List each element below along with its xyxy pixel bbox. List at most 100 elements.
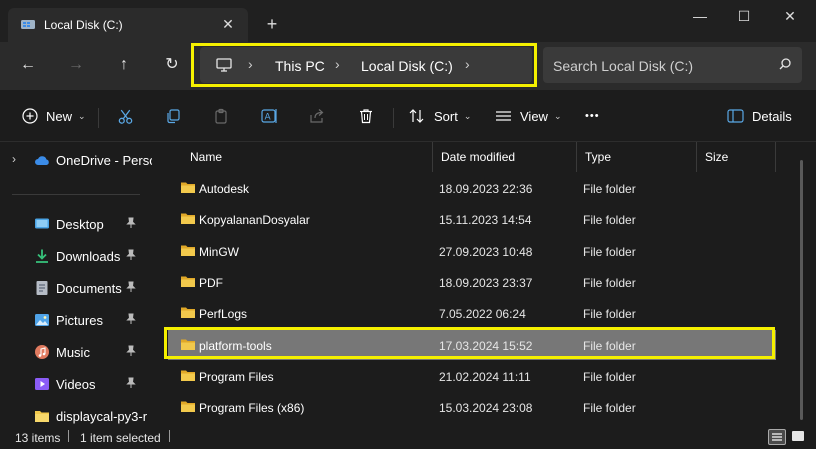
sidebar-item-label: OneDrive - Perso xyxy=(56,153,152,168)
copy-button[interactable] xyxy=(165,104,181,128)
close-button[interactable]: ✕ xyxy=(770,4,810,28)
sidebar-item-displaycal[interactable]: displaycal-py3-r xyxy=(0,402,152,426)
up-button[interactable]: ↑ xyxy=(112,53,136,77)
pin-icon[interactable] xyxy=(125,377,137,389)
column-date-label: Date modified xyxy=(441,150,516,164)
sort-button[interactable]: Sort ⌄ xyxy=(408,104,471,128)
thumbnail-view-icon xyxy=(792,431,804,441)
back-button[interactable]: ← xyxy=(16,53,40,77)
search-box[interactable]: Search Local Disk (C:) xyxy=(543,47,802,83)
pin-icon[interactable] xyxy=(125,281,137,293)
minimize-button[interactable]: — xyxy=(680,4,720,28)
details-button[interactable]: Details xyxy=(727,104,792,128)
refresh-button[interactable]: ↻ xyxy=(160,53,184,77)
new-button[interactable]: New ⌄ xyxy=(22,104,86,128)
file-type: File folder xyxy=(583,276,636,290)
table-row[interactable]: PDF 18.09.2023 23:37 File folder xyxy=(168,267,776,297)
desktop-icon xyxy=(35,218,49,229)
column-header-name[interactable]: ^ Name xyxy=(182,142,432,172)
file-date-modified: 15.11.2023 14:54 xyxy=(439,213,532,227)
sidebar-item-label: Videos xyxy=(56,377,96,392)
file-type: File folder xyxy=(583,182,636,196)
column-header-type[interactable]: Type xyxy=(576,142,696,172)
cut-button[interactable] xyxy=(117,104,134,128)
details-pane-icon xyxy=(727,109,744,123)
expand-chevron-icon[interactable]: › xyxy=(12,152,16,166)
sidebar-item-label: displaycal-py3-r xyxy=(56,409,148,424)
maximize-button[interactable]: ☐ xyxy=(724,4,764,28)
chevron-down-icon: ⌄ xyxy=(463,110,472,121)
pin-icon[interactable] xyxy=(125,345,137,357)
file-date-modified: 18.09.2023 23:37 xyxy=(439,276,533,290)
chevron-down-icon: ⌄ xyxy=(78,110,86,121)
file-date-modified: 27.09.2023 10:48 xyxy=(439,245,533,259)
copy-icon xyxy=(167,109,180,124)
drive-icon xyxy=(21,20,35,29)
share-button[interactable] xyxy=(309,104,325,128)
details-view-toggle[interactable] xyxy=(768,429,786,445)
sidebar-scrollbar[interactable] xyxy=(152,142,162,426)
file-date-modified: 15.03.2024 23:08 xyxy=(439,401,533,415)
sidebar-item-onedrive[interactable]: › OneDrive - Perso xyxy=(0,146,152,174)
plus-circle-icon xyxy=(22,108,38,124)
cloud-icon xyxy=(35,156,49,165)
tab-local-disk[interactable]: Local Disk (C:) ✕ xyxy=(8,8,248,42)
pin-icon[interactable] xyxy=(125,313,137,325)
table-row[interactable]: Program Files (x86) 15.03.2024 23:08 File … xyxy=(168,392,776,422)
table-row[interactable]: PerfLogs 7.05.2022 06:24 File folder xyxy=(168,298,776,328)
table-row[interactable]: Autodesk 18.09.2023 22:36 File folder xyxy=(168,173,776,203)
sidebar-item-downloads[interactable]: Downloads xyxy=(0,242,152,270)
paste-button[interactable] xyxy=(213,104,229,128)
file-type: File folder xyxy=(583,245,636,259)
column-size-label: Size xyxy=(705,150,729,164)
file-type: File folder xyxy=(583,213,636,227)
rename-button[interactable]: A xyxy=(261,104,278,128)
thumbnail-view-toggle[interactable] xyxy=(790,429,808,445)
sidebar-item-videos[interactable]: Videos xyxy=(0,370,152,398)
column-header-size[interactable]: Size xyxy=(696,142,776,172)
file-type: File folder xyxy=(583,401,636,415)
sidebar-item-label: Pictures xyxy=(56,313,103,328)
file-name: Program Files (x86) xyxy=(199,401,305,415)
title-bar: Local Disk (C:) ✕ + — ☐ ✕ xyxy=(0,0,816,42)
view-button[interactable]: View ⌄ xyxy=(495,104,562,128)
vertical-scrollbar[interactable] xyxy=(800,160,803,420)
search-icon xyxy=(779,58,791,70)
status-divider xyxy=(68,430,69,442)
new-tab-button[interactable]: + xyxy=(262,14,282,34)
tab-title: Local Disk (C:) xyxy=(44,18,123,32)
sidebar-item-desktop[interactable]: Desktop xyxy=(0,210,152,238)
sort-ascending-icon: ^ xyxy=(322,142,327,147)
forward-button[interactable]: → xyxy=(64,53,88,77)
sidebar-item-pictures[interactable]: Pictures xyxy=(0,306,152,334)
divider xyxy=(393,108,394,128)
table-row[interactable]: KopyalananDosyalar 15.11.2023 14:54 File f… xyxy=(168,204,776,234)
table-row[interactable]: MinGW 27.09.2023 10:48 File folder xyxy=(168,236,776,266)
selection-count: 1 item selected xyxy=(80,431,161,445)
sidebar-item-music[interactable]: Music xyxy=(0,338,152,366)
folder-icon xyxy=(181,213,195,224)
status-divider xyxy=(169,430,170,442)
clipboard-icon xyxy=(215,108,227,124)
column-header-date[interactable]: Date modified xyxy=(432,142,576,172)
sidebar-item-documents[interactable]: Documents xyxy=(0,274,152,302)
column-name-label: Name xyxy=(190,150,223,164)
search-input[interactable]: Search Local Disk (C:) xyxy=(553,58,693,74)
folder-icon xyxy=(35,411,49,422)
sort-label: Sort xyxy=(434,108,458,124)
tab-close-button[interactable]: ✕ xyxy=(218,14,238,34)
more-options-button[interactable]: ••• xyxy=(585,104,600,128)
sidebar-item-label: Desktop xyxy=(56,217,104,232)
address-highlight-box xyxy=(191,43,537,87)
navigation-pane: › OneDrive - Perso Desktop Downloads Doc… xyxy=(0,142,152,426)
sidebar-item-label: Music xyxy=(56,345,90,360)
sidebar-item-label: Documents xyxy=(56,281,122,296)
new-label: New xyxy=(46,108,73,124)
table-row[interactable]: Program Files 21.02.2024 11:11 File folder xyxy=(168,361,776,391)
pin-icon[interactable] xyxy=(125,217,137,229)
scissors-icon xyxy=(118,109,133,124)
delete-button[interactable] xyxy=(358,104,374,128)
status-bar: 13 items 1 item selected xyxy=(0,426,816,449)
folder-icon xyxy=(181,276,195,287)
pin-icon[interactable] xyxy=(125,249,137,261)
